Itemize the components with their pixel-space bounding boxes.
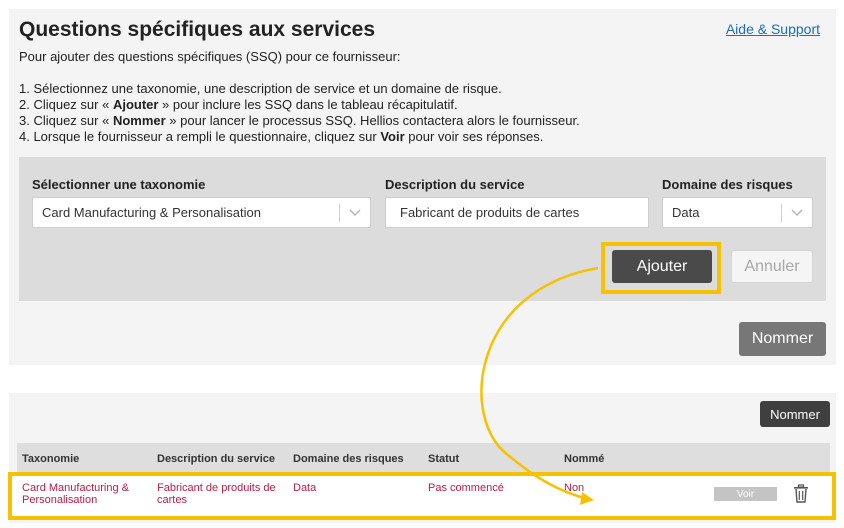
- chevron-down-icon[interactable]: [782, 208, 812, 217]
- table-row-highlight: [8, 472, 836, 520]
- step-3: 3. Cliquez sur « Nommer » pour lancer le…: [19, 113, 580, 128]
- taxonomy-select-value: Card Manufacturing & Personalisation: [42, 205, 261, 220]
- column-header-nominated: Nommé: [564, 453, 605, 465]
- nominate-button[interactable]: Nommer: [739, 322, 826, 356]
- table-header: [17, 443, 830, 472]
- trash-icon[interactable]: [792, 484, 810, 504]
- step-1: 1. Sélectionnez une taxonomie, une descr…: [19, 81, 502, 96]
- row-service: Fabricant de produits de cartes: [157, 482, 276, 506]
- help-support-link[interactable]: Aide & Support: [726, 21, 820, 37]
- column-header-status: Statut: [428, 453, 460, 465]
- page-title: Questions spécifiques aux services: [19, 18, 375, 41]
- risk-domain-select[interactable]: Data: [662, 197, 813, 228]
- row-taxonomy: Card Manufacturing & Personalisation: [22, 482, 129, 506]
- table-nominate-button[interactable]: Nommer: [760, 401, 830, 427]
- column-header-taxonomy: Taxonomie: [22, 453, 80, 465]
- risk-domain-select-value: Data: [672, 205, 700, 220]
- service-label: Description du service: [385, 177, 525, 192]
- intro-text: Pour ajouter des questions spécifiques (…: [19, 49, 401, 64]
- view-button[interactable]: Voir: [714, 487, 777, 501]
- chevron-down-icon[interactable]: [340, 208, 370, 217]
- row-status: Pas commencé: [428, 482, 504, 494]
- column-header-risk: Domaine des risques: [293, 453, 404, 465]
- step-4: 4. Lorsque le fournisseur a rempli le qu…: [19, 129, 544, 144]
- add-button[interactable]: Ajouter: [612, 250, 712, 283]
- taxonomy-select[interactable]: Card Manufacturing & Personalisation: [32, 197, 371, 228]
- cancel-button[interactable]: Annuler: [731, 250, 813, 283]
- service-description-value: Fabricant de produits de cartes: [400, 205, 580, 220]
- row-nominated: Non: [564, 482, 585, 494]
- risk-domain-label: Domaine des risques: [662, 177, 793, 192]
- column-header-service: Description du service: [157, 453, 275, 465]
- row-risk: Data: [293, 482, 317, 494]
- instruction-steps: 1. Sélectionnez une taxonomie, une descr…: [19, 81, 580, 145]
- step-2: 2. Cliquez sur « Ajouter » pour inclure …: [19, 97, 458, 112]
- service-description-input[interactable]: Fabricant de produits de cartes: [385, 197, 649, 228]
- taxonomy-label: Sélectionner une taxonomie: [32, 177, 206, 192]
